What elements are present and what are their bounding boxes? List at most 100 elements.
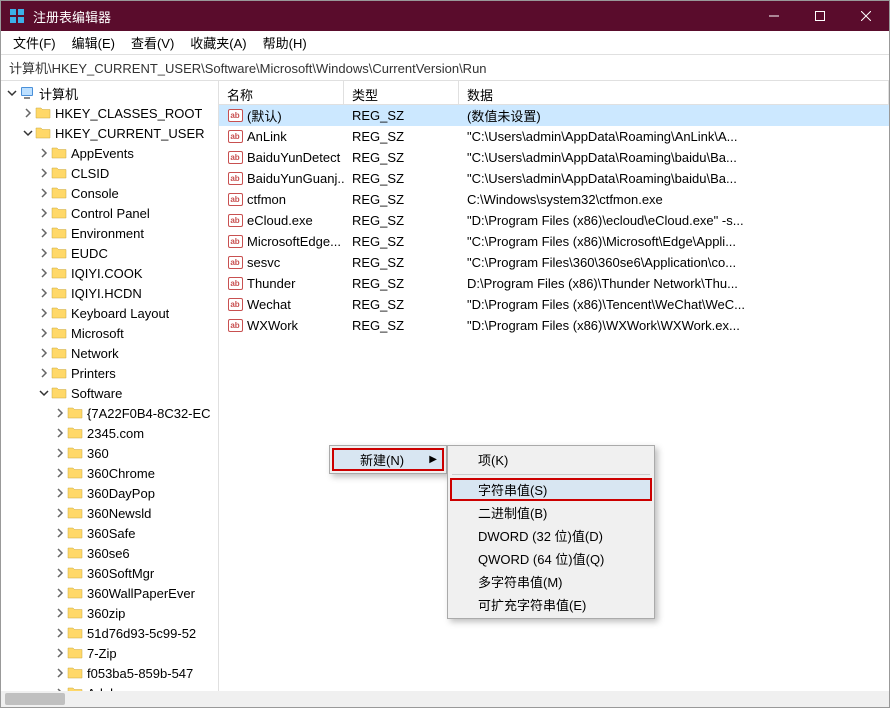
tree-item-software[interactable]: Software xyxy=(1,383,218,403)
tree-toggle-icon[interactable] xyxy=(5,86,19,100)
tree-toggle-icon[interactable] xyxy=(53,646,67,660)
tree-toggle-icon[interactable] xyxy=(21,106,35,120)
col-header-name[interactable]: 名称 xyxy=(219,81,344,104)
tree-toggle-icon[interactable] xyxy=(37,346,51,360)
ctx-qword[interactable]: QWORD (64 位)值(Q) xyxy=(450,547,652,570)
minimize-button[interactable] xyxy=(751,1,797,31)
tree-item-2345com[interactable]: 2345.com xyxy=(1,423,218,443)
list-row[interactable]: abThunderREG_SZD:\Program Files (x86)\Th… xyxy=(219,273,889,294)
tree-toggle-icon[interactable] xyxy=(53,586,67,600)
tree-toggle-icon[interactable] xyxy=(37,246,51,260)
h-scroll-thumb[interactable] xyxy=(5,693,65,705)
tree-item-adobe[interactable]: Adobe xyxy=(1,683,218,691)
tree-item-f053ba5859b547[interactable]: f053ba5-859b-547 xyxy=(1,663,218,683)
address-bar[interactable]: 计算机\HKEY_CURRENT_USER\Software\Microsoft… xyxy=(1,55,889,81)
tree-item-360daypop[interactable]: 360DayPop xyxy=(1,483,218,503)
list-row[interactable]: ab(默认)REG_SZ(数值未设置) xyxy=(219,105,889,126)
list-row[interactable]: abeCloud.exeREG_SZ"D:\Program Files (x86… xyxy=(219,210,889,231)
tree-panel[interactable]: 计算机HKEY_CLASSES_ROOTHKEY_CURRENT_USERApp… xyxy=(1,81,219,691)
horizontal-scrollbar[interactable] xyxy=(1,691,889,707)
tree-root[interactable]: 计算机 xyxy=(1,83,218,103)
tree-label: Printers xyxy=(71,366,116,381)
menu-view[interactable]: 查看(V) xyxy=(123,31,182,54)
tree-item-360softmgr[interactable]: 360SoftMgr xyxy=(1,563,218,583)
tree-item-keyboardlayout[interactable]: Keyboard Layout xyxy=(1,303,218,323)
tree-toggle-icon[interactable] xyxy=(37,306,51,320)
tree-item-51d76d935c9952[interactable]: 51d76d93-5c99-52 xyxy=(1,623,218,643)
tree-toggle-icon[interactable] xyxy=(53,606,67,620)
close-button[interactable] xyxy=(843,1,889,31)
tree-toggle-icon[interactable] xyxy=(53,506,67,520)
tree-item-eudc[interactable]: EUDC xyxy=(1,243,218,263)
tree-toggle-icon[interactable] xyxy=(37,326,51,340)
menu-file[interactable]: 文件(F) xyxy=(5,31,64,54)
list-row[interactable]: abctfmonREG_SZC:\Windows\system32\ctfmon… xyxy=(219,189,889,210)
tree-hkcr[interactable]: HKEY_CLASSES_ROOT xyxy=(1,103,218,123)
tree-toggle-icon[interactable] xyxy=(53,686,67,691)
list-row[interactable]: abBaiduYunDetectREG_SZ"C:\Users\admin\Ap… xyxy=(219,147,889,168)
tree-toggle-icon[interactable] xyxy=(53,626,67,640)
tree-toggle-icon[interactable] xyxy=(37,386,51,400)
context-menu-new-submenu: 项(K) 字符串值(S) 二进制值(B) DWORD (32 位)值(D) QW… xyxy=(447,445,655,619)
col-header-data[interactable]: 数据 xyxy=(459,81,889,104)
tree-toggle-icon[interactable] xyxy=(53,466,67,480)
tree-item-360[interactable]: 360 xyxy=(1,443,218,463)
tree-item-360safe[interactable]: 360Safe xyxy=(1,523,218,543)
tree-toggle-icon[interactable] xyxy=(37,146,51,160)
col-header-type[interactable]: 类型 xyxy=(344,81,459,104)
tree-item-printers[interactable]: Printers xyxy=(1,363,218,383)
ctx-new[interactable]: 新建(N) ▶ xyxy=(332,448,444,471)
tree-item-360wallpaperever[interactable]: 360WallPaperEver xyxy=(1,583,218,603)
tree-toggle-icon[interactable] xyxy=(53,486,67,500)
tree-item-network[interactable]: Network xyxy=(1,343,218,363)
tree-toggle-icon[interactable] xyxy=(53,526,67,540)
menu-edit[interactable]: 编辑(E) xyxy=(64,31,123,54)
tree-toggle-icon[interactable] xyxy=(37,266,51,280)
ctx-dword[interactable]: DWORD (32 位)值(D) xyxy=(450,524,652,547)
ctx-multi[interactable]: 多字符串值(M) xyxy=(450,570,652,593)
tree-item-360zip[interactable]: 360zip xyxy=(1,603,218,623)
menu-help[interactable]: 帮助(H) xyxy=(255,31,315,54)
tree-toggle-icon[interactable] xyxy=(37,206,51,220)
tree-item-iqiyihcdn[interactable]: IQIYI.HCDN xyxy=(1,283,218,303)
tree-toggle-icon[interactable] xyxy=(53,426,67,440)
tree-toggle-icon[interactable] xyxy=(37,286,51,300)
tree-toggle-icon[interactable] xyxy=(53,446,67,460)
tree-item-360se6[interactable]: 360se6 xyxy=(1,543,218,563)
list-row[interactable]: abWXWorkREG_SZ"D:\Program Files (x86)\WX… xyxy=(219,315,889,336)
list-row[interactable]: abMicrosoftEdge...REG_SZ"C:\Program File… xyxy=(219,231,889,252)
list-row[interactable]: abAnLinkREG_SZ"C:\Users\admin\AppData\Ro… xyxy=(219,126,889,147)
ctx-binary[interactable]: 二进制值(B) xyxy=(450,501,652,524)
tree-item-iqiyicook[interactable]: IQIYI.COOK xyxy=(1,263,218,283)
ctx-key[interactable]: 项(K) xyxy=(450,448,652,471)
tree-toggle-icon[interactable] xyxy=(53,406,67,420)
tree-item-7zip[interactable]: 7-Zip xyxy=(1,643,218,663)
list-row[interactable]: abWechatREG_SZ"D:\Program Files (x86)\Te… xyxy=(219,294,889,315)
tree-toggle-icon[interactable] xyxy=(21,126,35,140)
maximize-button[interactable] xyxy=(797,1,843,31)
tree-item-appevents[interactable]: AppEvents xyxy=(1,143,218,163)
tree-toggle-icon[interactable] xyxy=(53,666,67,680)
tree-item-microsoft[interactable]: Microsoft xyxy=(1,323,218,343)
tree-toggle-icon[interactable] xyxy=(37,166,51,180)
tree-toggle-icon[interactable] xyxy=(37,366,51,380)
ctx-string[interactable]: 字符串值(S) xyxy=(450,478,652,501)
tree-item-console[interactable]: Console xyxy=(1,183,218,203)
ctx-exp[interactable]: 可扩充字符串值(E) xyxy=(450,593,652,616)
tree-toggle-icon[interactable] xyxy=(37,226,51,240)
tree-label: 360WallPaperEver xyxy=(87,586,195,601)
tree-item-clsid[interactable]: CLSID xyxy=(1,163,218,183)
menu-favorites[interactable]: 收藏夹(A) xyxy=(182,31,254,54)
tree-item-360newsld[interactable]: 360Newsld xyxy=(1,503,218,523)
tree-item-360chrome[interactable]: 360Chrome xyxy=(1,463,218,483)
tree-item-environment[interactable]: Environment xyxy=(1,223,218,243)
tree-item-controlpanel[interactable]: Control Panel xyxy=(1,203,218,223)
list-row[interactable]: abBaiduYunGuanj...REG_SZ"C:\Users\admin\… xyxy=(219,168,889,189)
tree-item-7a22f0b48c32ec[interactable]: {7A22F0B4-8C32-EC xyxy=(1,403,218,423)
list-row[interactable]: absesvcREG_SZ"C:\Program Files\360\360se… xyxy=(219,252,889,273)
tree-hkcu[interactable]: HKEY_CURRENT_USER xyxy=(1,123,218,143)
tree-toggle-icon[interactable] xyxy=(53,546,67,560)
tree-toggle-icon[interactable] xyxy=(53,566,67,580)
tree-toggle-icon[interactable] xyxy=(37,186,51,200)
tree-label: 360Chrome xyxy=(87,466,155,481)
